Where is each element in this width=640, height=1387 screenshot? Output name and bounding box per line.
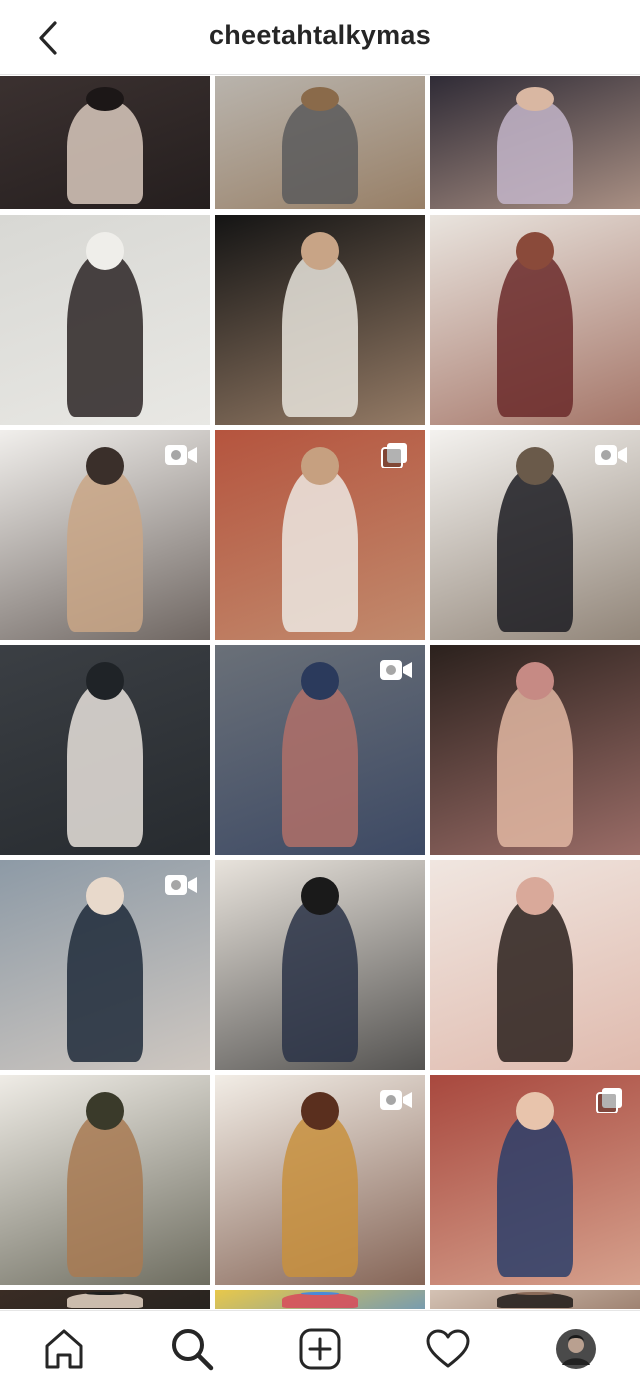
post-1-2[interactable] [215,76,425,209]
video-icon [380,660,412,680]
photo-subject [67,682,143,847]
post-3-2[interactable] [215,430,425,640]
post-2-2[interactable] [215,215,425,425]
post-4-3[interactable] [430,645,640,855]
photo-detail [516,446,554,485]
heart-icon [426,1329,470,1368]
photo-detail [86,231,124,270]
photo-subject [497,99,573,204]
profile-tab[interactable] [512,1311,640,1387]
post-5-2[interactable] [215,860,425,1070]
photo-subject [67,1112,143,1277]
photo-subject [282,252,358,417]
photo-subject [282,682,358,847]
carousel-icon [381,443,407,468]
photo-detail [301,876,339,915]
post-7-2[interactable] [215,1290,425,1309]
photo-subject [67,1293,143,1309]
photo-detail [301,661,339,700]
plus-square-icon [299,1328,341,1370]
post-7-3[interactable] [430,1290,640,1309]
post-6-2[interactable] [215,1075,425,1285]
video-icon [380,1090,412,1110]
photo-subject [497,1112,573,1277]
video-icon [165,875,197,895]
post-1-1[interactable] [0,76,210,209]
video-icon [165,445,197,465]
profile-username: cheetahtalkymas [208,20,432,50]
photo-subject [282,1112,358,1277]
top-bar: cheetahtalkymas [0,0,640,75]
post-3-3[interactable] [430,430,640,640]
activity-tab[interactable] [384,1311,512,1387]
photo-detail [86,1091,124,1130]
photo-subject [67,99,143,204]
post-3-1[interactable] [0,430,210,640]
photo-subject [497,682,573,847]
photo-detail [516,876,554,915]
photo-subject [67,467,143,632]
photo-detail [301,231,339,270]
new-post-tab[interactable] [256,1311,384,1387]
home-icon [45,1329,83,1369]
photo-detail [516,661,554,700]
photo-subject [497,1293,573,1309]
post-6-3[interactable] [430,1075,640,1285]
search-icon [172,1329,214,1371]
post-4-2[interactable] [215,645,425,855]
photo-detail [301,1291,339,1295]
photo-subject [497,897,573,1062]
photo-subject [497,467,573,632]
photo-detail [516,86,554,111]
photo-subject [282,99,358,204]
photo-detail [86,86,124,111]
avatar-icon [556,1329,596,1369]
bottom-nav [0,1310,640,1386]
post-5-3[interactable] [430,860,640,1070]
post-5-1[interactable] [0,860,210,1070]
video-icon [595,445,627,465]
post-2-1[interactable] [0,215,210,425]
photo-detail [86,661,124,700]
photo-subject [282,1293,358,1309]
post-6-1[interactable] [0,1075,210,1285]
photo-detail [516,231,554,270]
photo-detail [301,1091,339,1130]
photo-detail [301,86,339,111]
photo-detail [301,446,339,485]
photo-detail [86,876,124,915]
home-tab[interactable] [0,1311,128,1387]
photo-detail [516,1291,554,1295]
post-2-3[interactable] [430,215,640,425]
photo-subject [497,252,573,417]
photo-subject [67,252,143,417]
photo-detail [86,446,124,485]
photo-subject [282,467,358,632]
post-4-1[interactable] [0,645,210,855]
photo-detail [86,1291,124,1295]
search-tab[interactable] [128,1311,256,1387]
photo-subject [282,897,358,1062]
photo-detail [516,1091,554,1130]
posts-grid [0,76,640,1309]
carousel-icon [596,1088,622,1113]
photo-subject [67,897,143,1062]
post-1-3[interactable] [430,76,640,209]
post-7-1[interactable] [0,1290,210,1309]
